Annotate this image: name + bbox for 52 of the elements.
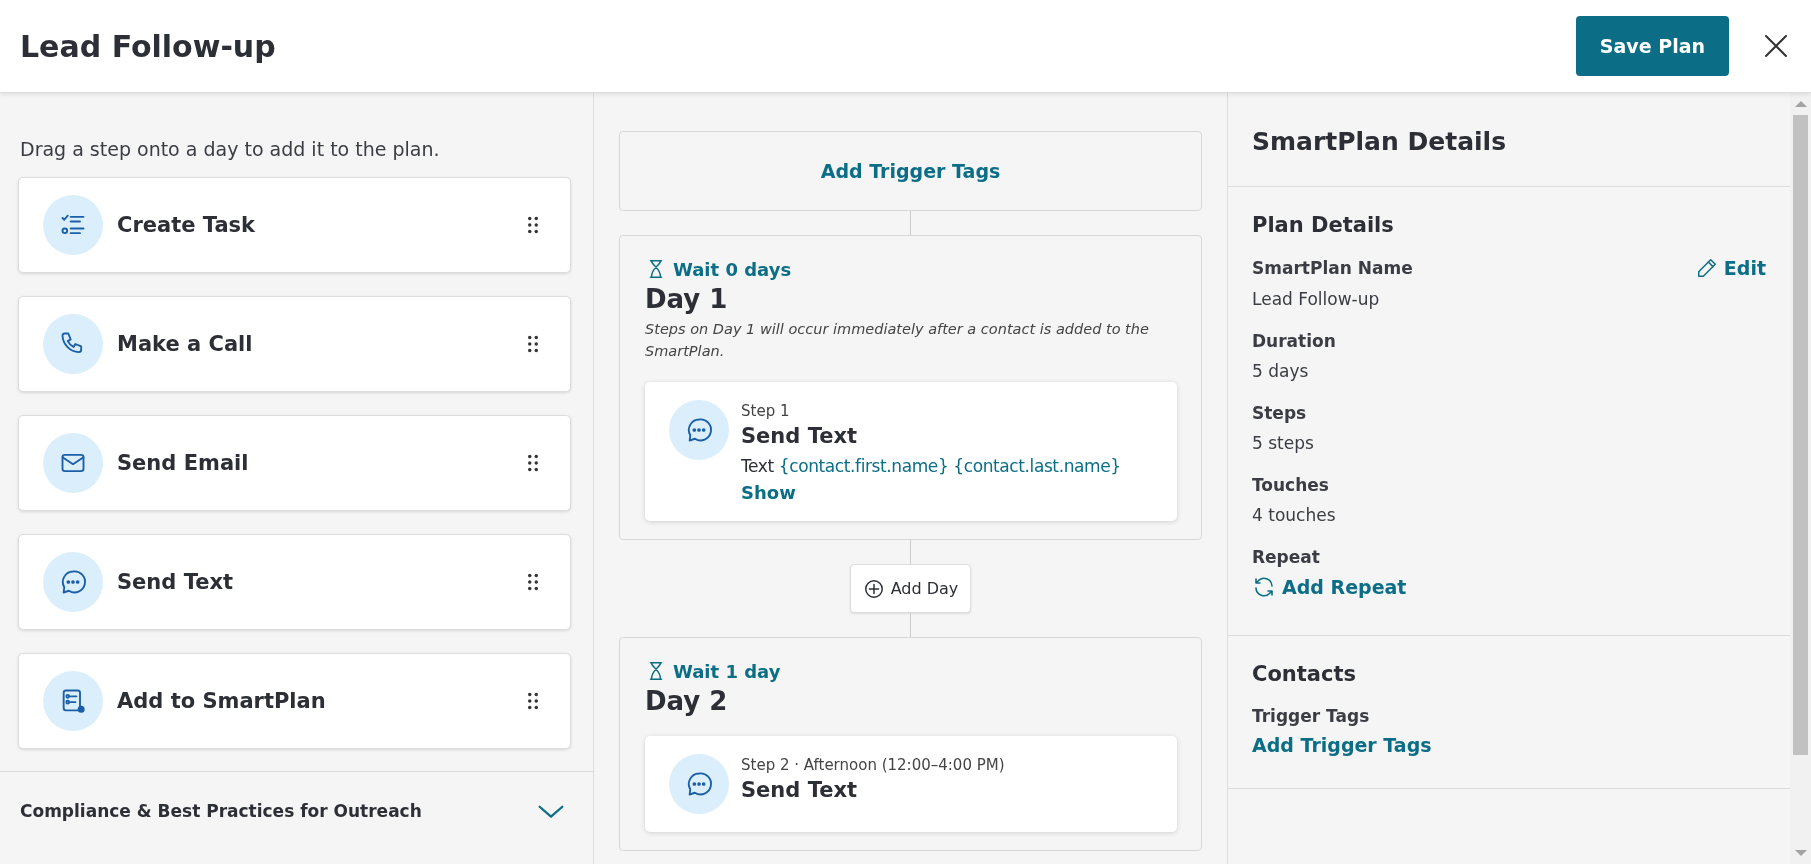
field-label: Trigger Tags <box>1252 706 1370 726</box>
step-card[interactable]: Send Email <box>18 415 571 511</box>
chat-bubble-icon <box>685 770 713 798</box>
day-title: Day 1 <box>645 284 729 314</box>
step-title: Send Text <box>741 424 859 448</box>
step-label: Make a Call <box>117 332 254 356</box>
step-label: Send Text <box>117 570 235 594</box>
chat-bubble-icon <box>685 416 713 444</box>
scrollbar[interactable] <box>1790 93 1811 864</box>
page-title: Lead Follow-up <box>20 28 276 64</box>
edit-link[interactable]: Edit <box>1695 257 1766 279</box>
day-title: Day 2 <box>645 686 729 716</box>
step-card[interactable]: Send Text <box>18 534 571 630</box>
step-label: Add to SmartPlan <box>117 689 327 713</box>
accordion-header[interactable]: Compliance & Best Practices for Outreach <box>0 771 593 848</box>
add-trigger-tags-button[interactable]: Add Trigger Tags <box>619 131 1202 211</box>
step-meta: Step 1 <box>741 402 791 420</box>
add-day-button[interactable]: Add Day <box>849 564 972 613</box>
add-repeat-link[interactable]: Add Repeat <box>1252 575 1407 599</box>
field-label: Touches <box>1252 475 1329 495</box>
step-card[interactable]: Step 2 · Afternoon (12:00–4:00 PM) Send Text <box>645 736 1177 832</box>
field-value: 4 touches <box>1252 505 1337 525</box>
field-label: Repeat <box>1252 547 1320 567</box>
pencil-icon <box>1695 257 1718 279</box>
step-card[interactable]: Create Task <box>18 177 571 273</box>
accordion-title: Compliance & Best Practices for Outreach <box>20 801 422 821</box>
field-label: Steps <box>1252 403 1307 423</box>
plus-circle-icon <box>862 577 885 600</box>
step-meta: Step 2 · Afternoon (12:00–4:00 PM) <box>741 756 1005 774</box>
step-title: Send Text <box>741 778 859 802</box>
field-label: Duration <box>1252 331 1336 351</box>
section-heading: Contacts <box>1252 662 1357 686</box>
field-label: SmartPlan Name <box>1252 258 1413 278</box>
step-card[interactable]: Make a Call <box>18 296 571 392</box>
refresh-icon <box>1252 575 1276 599</box>
wait-label[interactable]: Wait 0 days <box>673 258 792 280</box>
section-heading: Plan Details <box>1252 213 1395 237</box>
instruction-text: Drag a step onto a day to add it to the plan. <box>20 138 441 160</box>
add-trigger-tags-link[interactable]: Add Trigger Tags <box>1252 734 1432 756</box>
chat-bubble-icon <box>59 568 87 596</box>
save-button[interactable]: Save Plan <box>1575 16 1729 76</box>
step-label: Send Email <box>117 451 250 475</box>
step-label: Create Task <box>117 213 257 237</box>
field-value: 5 days <box>1252 361 1310 381</box>
step-card[interactable]: Step 1 Send Text Text {contact.first.name} {contact.last.name} Show <box>645 382 1177 521</box>
wait-label[interactable]: Wait 1 day <box>673 660 781 682</box>
step-card[interactable]: Add to SmartPlan <box>18 653 571 749</box>
field-value: 5 steps <box>1252 433 1315 453</box>
field-value: Lead Follow-up <box>1252 289 1381 309</box>
show-link[interactable]: Show <box>741 482 1121 503</box>
day-note: Steps on Day 1 will occur immediately after a contact is added to the SmartPlan. <box>645 320 1150 361</box>
message-preview: Text {contact.first.name} {contact.last.name} <box>741 456 1121 476</box>
